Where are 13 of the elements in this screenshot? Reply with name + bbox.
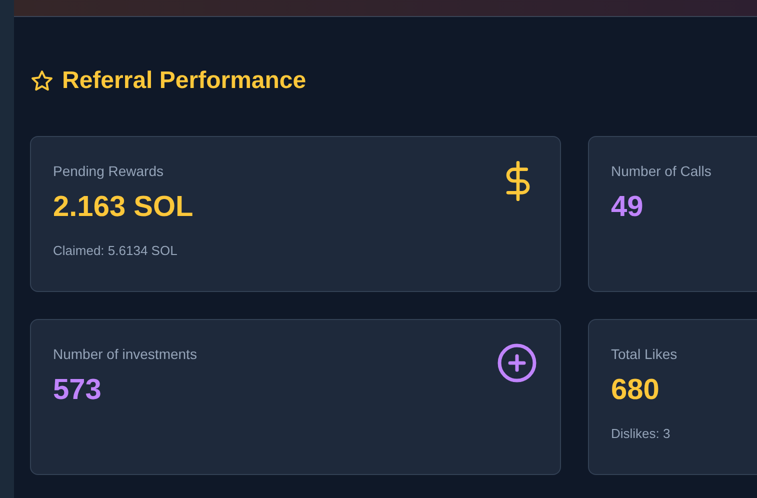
stat-note: Claimed: 5.6134 SOL: [53, 242, 178, 260]
star-icon: [30, 69, 54, 93]
stat-label: Pending Rewards: [53, 162, 165, 181]
stat-value: 2.163 SOL: [53, 190, 194, 225]
stat-note: Dislikes: 3: [611, 424, 672, 443]
stat-value: 680: [611, 373, 660, 408]
stat-label: Number of investments: [53, 345, 198, 364]
plus-circle-icon: [496, 342, 538, 384]
section-title: Referral Performance: [62, 66, 306, 96]
stat-value: 573: [53, 373, 102, 408]
stat-label: Total Likes: [611, 345, 678, 364]
stat-label: Number of Calls: [611, 162, 712, 181]
stat-value: 49: [611, 190, 644, 225]
